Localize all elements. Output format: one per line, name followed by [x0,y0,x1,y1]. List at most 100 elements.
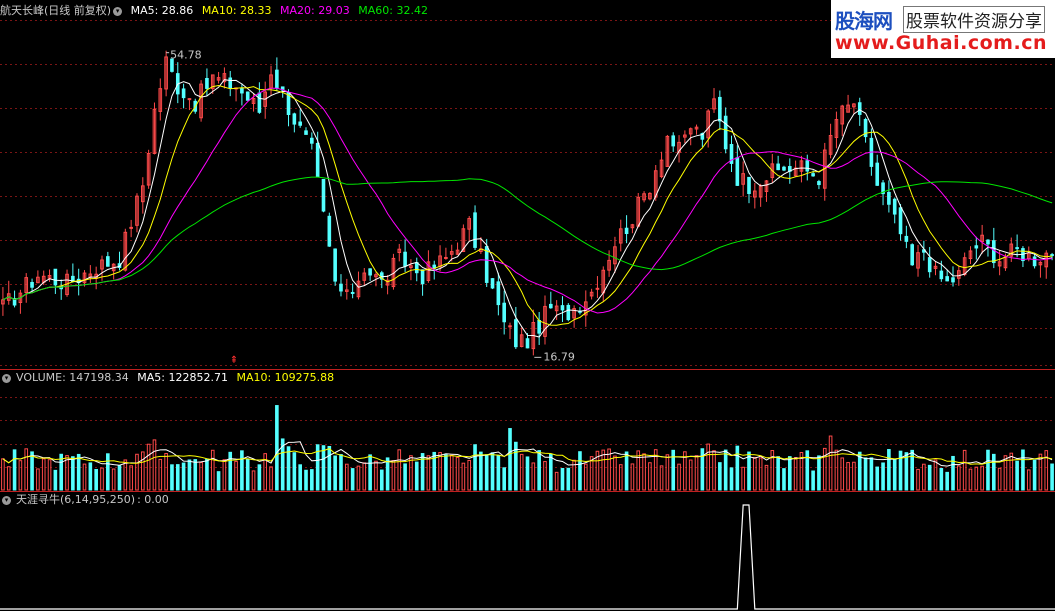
volume-bar [887,449,891,491]
candle-body [181,88,186,99]
candle-body [776,163,780,171]
toggle-icon[interactable]: ▾ [2,495,11,505]
candle-body [245,91,250,101]
volume-bar [665,454,670,491]
volume-bar [776,456,780,491]
indicator-header: ▾ 天涯寻牛(6,14,95,250): 0.00 [0,492,174,508]
candle-body [927,257,932,273]
volume-bar [438,452,442,491]
volume-bar [817,455,821,491]
volume-bar [840,457,845,491]
volume-bar [945,471,949,491]
volume-bar [479,451,483,491]
candle-body [321,178,326,212]
candle-body [502,302,506,323]
volume-bar [863,457,868,491]
candle-body [473,212,477,248]
volume-bar [356,465,361,491]
candle-body [333,248,337,282]
volume-bar [24,448,29,491]
volume-bar [636,450,641,491]
volume-bar [811,470,815,491]
volume-bar [1026,469,1031,491]
volume-bar [484,454,489,491]
candle-body [723,115,728,150]
volume-bar [94,469,98,491]
volume-bar [939,468,944,491]
volume-bar [111,468,116,491]
candle-body [490,278,495,289]
volume-bar [753,456,757,491]
volume-bar [245,458,250,491]
volume-bar [467,459,472,491]
volume-header: ▾ VOLUME: 147198.34 MA5: 122852.71 MA10: … [0,370,339,386]
volume-bar [175,464,180,491]
candle-body [945,276,949,282]
volume-bar [327,445,332,491]
volume-bar [304,469,308,491]
toggle-icon[interactable]: ▾ [2,373,11,383]
candle-body [782,166,786,171]
candle-body [368,268,372,276]
volume-bar [543,461,547,491]
candle-body [350,291,355,294]
volume-bar [502,467,506,491]
toggle-icon[interactable]: ▾ [113,6,123,16]
volume-bar [782,468,786,491]
volume-bar [630,463,635,491]
volume-bar [414,461,419,491]
candle-body [327,215,332,247]
volume-bar [257,464,262,491]
volume-bar [613,455,617,491]
logo-slogan: 股票软件资源分享 [903,6,1045,33]
volume-bar [76,453,81,491]
volume-bar [193,459,198,491]
volume-bar [1009,452,1014,491]
volume-bar [444,454,448,491]
candle-body [910,244,915,266]
volume-bar [222,459,227,491]
volume-bar [508,428,512,491]
volume-bar [578,451,582,491]
volume-bar [30,451,34,491]
high-price-label: 54.78 [170,49,202,62]
volume-bar [694,455,699,491]
volume-bar [834,449,839,491]
candle-body [205,78,209,89]
volume-bar [997,467,1002,491]
volume-bar [648,462,652,491]
volume-bars [1,405,1054,491]
volume-bar [852,461,856,491]
volume-bar [1050,463,1054,491]
candle-body [484,246,489,283]
volume-bar [986,449,990,491]
volume-bar [59,453,64,491]
volume-bar [426,455,431,491]
volume-bar [234,460,238,491]
volume-bar [449,454,454,491]
candle-body [106,256,110,267]
volume-bar [974,466,979,491]
volume-bar [82,463,87,491]
volume-bar [537,450,541,491]
volume-bar [345,463,349,491]
volume-bar [88,462,93,491]
low-price-label: 16.79 [543,350,575,363]
volume-bar [916,468,920,491]
candle-body [974,245,979,249]
volume-bar [6,466,11,491]
volume-bar [374,460,378,491]
candle-body [304,130,308,135]
volume-bar [933,459,938,491]
volume-value: VOLUME: 147198.34 [16,371,129,384]
volume-bar [333,455,337,491]
signal-line [0,504,1055,610]
volume-bar [764,464,769,491]
volume-bar [712,450,716,491]
volume-bar [199,461,203,491]
candle-body [560,305,565,311]
candle-body [986,239,990,245]
volume-bar [980,465,984,491]
candle-body [187,98,192,101]
volume-bar [793,457,798,491]
